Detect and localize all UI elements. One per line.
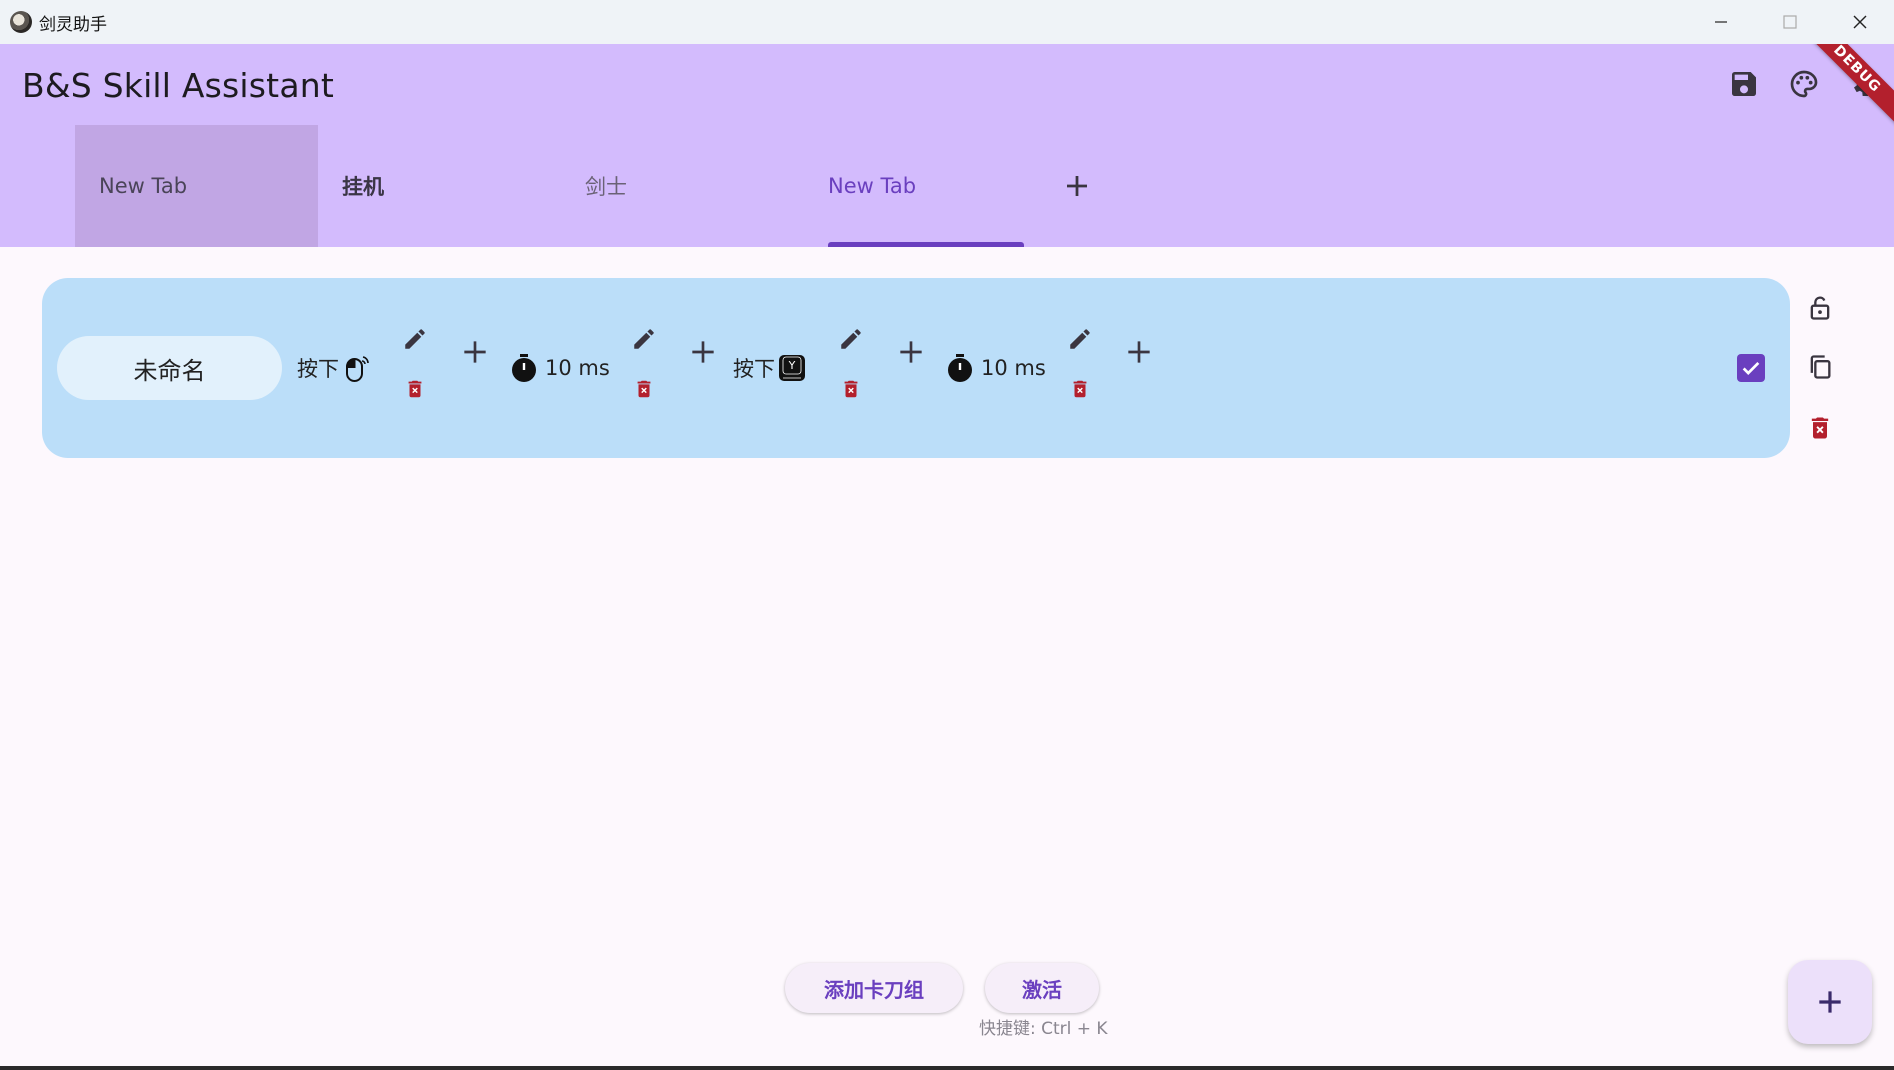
add-group-button[interactable]: 添加卡刀组 — [785, 963, 963, 1013]
keycap-y-icon: Y — [777, 353, 807, 383]
minimize-button[interactable] — [1691, 0, 1751, 44]
plus-icon — [1819, 991, 1841, 1013]
maximize-button[interactable] — [1760, 0, 1820, 44]
delete-step-2-button[interactable] — [633, 378, 655, 400]
tab-guaji[interactable]: 挂机 — [318, 125, 561, 247]
trash-icon — [637, 380, 651, 398]
timer-icon — [945, 353, 975, 383]
step-press-key: 按下 Y — [733, 352, 807, 384]
trash-icon — [408, 380, 422, 398]
key-label: Y — [788, 359, 796, 372]
step-label: 按下 — [297, 357, 339, 381]
maximize-icon — [1783, 15, 1797, 29]
step-label: 10 ms — [981, 356, 1046, 380]
step-delay-2: 10 ms — [943, 352, 1046, 384]
tab-jianshi[interactable]: 剑士 — [561, 125, 804, 247]
close-icon — [1853, 15, 1867, 29]
window-titlebar: 剑灵助手 — [0, 0, 1894, 44]
window-bottom-edge — [0, 1066, 1894, 1070]
add-fab-button[interactable] — [1788, 960, 1872, 1044]
tab-bar: New Tab 挂机 剑士 New Tab — [75, 125, 1107, 247]
app-bar: B&S Skill Assistant DEBUG New Tab 挂机 剑士 … — [0, 44, 1894, 247]
plus-icon — [464, 341, 486, 363]
trash-icon — [1811, 417, 1829, 439]
copy-icon — [1810, 355, 1831, 379]
group-name-field[interactable]: 未命名 — [57, 336, 282, 400]
insert-step-after-3-button[interactable] — [895, 336, 927, 368]
edit-step-3-button[interactable] — [838, 326, 864, 352]
add-tab-button[interactable] — [1047, 125, 1107, 247]
lock-group-button[interactable] — [1805, 293, 1835, 323]
timer-icon — [509, 353, 539, 383]
unlock-icon — [1810, 296, 1830, 320]
edit-step-1-button[interactable] — [402, 326, 428, 352]
add-step-button[interactable] — [1123, 336, 1155, 368]
window-title: 剑灵助手 — [39, 15, 107, 35]
app-title: B&S Skill Assistant — [22, 66, 334, 105]
delete-step-1-button[interactable] — [404, 378, 426, 400]
step-label: 按下 — [733, 357, 775, 381]
step-label: 10 ms — [545, 356, 610, 380]
plus-icon — [1128, 341, 1150, 363]
tab-label: 挂机 — [342, 175, 384, 199]
insert-step-after-1-button[interactable] — [459, 336, 491, 368]
copy-group-button[interactable] — [1805, 352, 1835, 382]
insert-step-after-2-button[interactable] — [687, 336, 719, 368]
tab-new-tab-1[interactable]: New Tab — [75, 125, 318, 247]
delete-step-4-button[interactable] — [1069, 378, 1091, 400]
step-delay-1: 10 ms — [507, 352, 610, 384]
shortcut-hint: 快捷键: Ctrl + K — [979, 1019, 1108, 1039]
plus-icon — [900, 341, 922, 363]
save-button[interactable] — [1720, 60, 1768, 108]
trash-icon — [844, 380, 858, 398]
pencil-icon — [1070, 329, 1090, 349]
edit-step-2-button[interactable] — [631, 326, 657, 352]
activate-button[interactable]: 激活 — [985, 963, 1099, 1013]
minimize-icon — [1715, 21, 1727, 23]
tab-label: New Tab — [99, 174, 188, 198]
tab-new-tab-2[interactable]: New Tab — [804, 125, 1047, 247]
plus-icon — [1067, 176, 1087, 196]
plus-icon — [692, 341, 714, 363]
group-enabled-checkbox[interactable] — [1737, 354, 1765, 382]
pencil-icon — [634, 329, 654, 349]
close-window-button[interactable] — [1830, 0, 1890, 44]
pencil-icon — [841, 329, 861, 349]
delete-group-button[interactable] — [1805, 413, 1835, 443]
edit-step-4-button[interactable] — [1067, 326, 1093, 352]
step-press-mouse: 按下 — [297, 352, 371, 384]
tab-label: 剑士 — [585, 175, 627, 199]
check-icon — [1742, 361, 1760, 375]
pencil-icon — [405, 329, 425, 349]
palette-icon — [1790, 70, 1818, 98]
theme-button[interactable] — [1780, 60, 1828, 108]
tab-label: New Tab — [828, 174, 917, 198]
app-logo-icon — [10, 11, 32, 33]
skill-group-card: 未命名 按下 10 ms 按下 Y 10 ms — [42, 278, 1790, 458]
save-icon — [1732, 72, 1756, 96]
delete-step-3-button[interactable] — [840, 378, 862, 400]
mouse-icon — [341, 353, 371, 383]
trash-icon — [1073, 380, 1087, 398]
